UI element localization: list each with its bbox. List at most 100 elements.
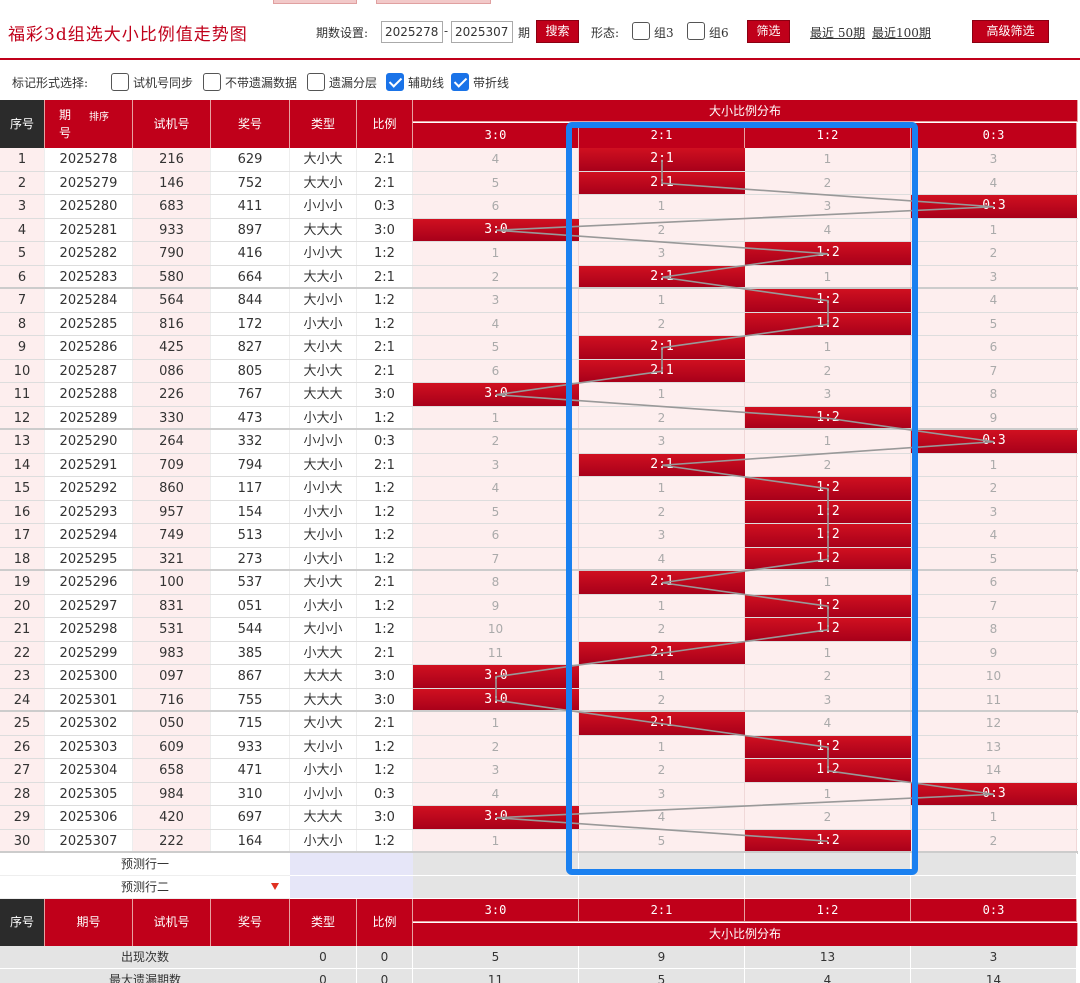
- cell-prize: 844: [211, 289, 290, 313]
- option-miss-layer-checkbox[interactable]: [307, 73, 325, 91]
- predict-row-input[interactable]: [290, 876, 413, 899]
- cell-trial: 216: [133, 148, 211, 172]
- dist-miss-cell: 2: [579, 406, 745, 430]
- dist-miss-cell: 3: [413, 759, 579, 783]
- recent100-link[interactable]: 最近100期: [872, 24, 931, 41]
- stat-value: 14: [911, 969, 1077, 983]
- cell-trial: 330: [133, 406, 211, 430]
- down-arrow-icon[interactable]: [271, 883, 279, 890]
- cell-type: 大小大: [290, 571, 357, 595]
- option-trial-sync-checkbox[interactable]: [111, 73, 129, 91]
- dist-miss-cell: 2: [911, 242, 1077, 266]
- predict-row-label[interactable]: 预测行一: [0, 853, 290, 876]
- predict-dist-cell[interactable]: [911, 853, 1077, 876]
- dist-miss-cell: 1: [579, 665, 745, 689]
- dist-miss-cell: 1: [911, 218, 1077, 242]
- sort-toggle[interactable]: 排序: [89, 108, 109, 123]
- stat-value: 9: [579, 946, 745, 969]
- cell-type: 大大大: [290, 383, 357, 407]
- cell-issue: 2025302: [45, 712, 133, 736]
- cell-type: 大大小: [290, 171, 357, 195]
- cell-ratio: 2:1: [357, 453, 413, 477]
- cell-type: 小小小: [290, 195, 357, 219]
- period-start-input[interactable]: [381, 21, 443, 43]
- cell-ratio: 1:2: [357, 618, 413, 642]
- cell-seq: 3: [0, 195, 45, 219]
- cell-issue: 2025296: [45, 571, 133, 595]
- dist-miss-cell: 8: [911, 383, 1077, 407]
- period-dash: -: [444, 24, 449, 38]
- search-button[interactable]: 搜索: [536, 20, 579, 43]
- cell-trial: 860: [133, 477, 211, 501]
- dist-hit-cell: 1:2: [745, 618, 911, 641]
- dist-miss-cell: 9: [911, 641, 1077, 665]
- page-title: 福彩3d组选大小比例值走势图: [8, 25, 248, 45]
- option-polyline-label: 带折线: [473, 76, 510, 90]
- dist-hit-cell: 2:1: [579, 336, 745, 359]
- option-guide-line-checkbox[interactable]: [386, 73, 404, 91]
- group3-checkbox[interactable]: [632, 22, 650, 40]
- cell-ratio: 2:1: [357, 148, 413, 172]
- cell-seq: 11: [0, 383, 45, 407]
- dist-col-header-bottom: 0:3: [911, 899, 1077, 922]
- cell-type: 小大小: [290, 312, 357, 336]
- dist-miss-cell: 2: [579, 218, 745, 242]
- cell-seq: 19: [0, 571, 45, 595]
- filter-button[interactable]: 筛选: [747, 20, 790, 43]
- option-polyline-checkbox[interactable]: [451, 73, 469, 91]
- cell-issue: 2025281: [45, 218, 133, 242]
- cell-prize: 172: [211, 312, 290, 336]
- col-header-trial: 试机号: [133, 100, 211, 148]
- stat-type: 0: [290, 946, 357, 969]
- dist-hit-cell: 3:0: [413, 688, 579, 711]
- dist-miss-cell: 4: [413, 148, 579, 172]
- dist-hit-cell: 1:2: [745, 829, 911, 852]
- predict-row-label[interactable]: 预测行二: [0, 876, 290, 899]
- dist-miss-cell: 3: [413, 453, 579, 477]
- dist-miss-cell: 6: [413, 195, 579, 219]
- option-miss-layer-label: 遗漏分层: [329, 76, 378, 90]
- predict-dist-cell[interactable]: [745, 853, 911, 876]
- cell-trial: 425: [133, 336, 211, 360]
- predict-dist-cell[interactable]: [413, 853, 579, 876]
- option-no-miss-checkbox[interactable]: [203, 73, 221, 91]
- cell-ratio: 0:3: [357, 195, 413, 219]
- cell-issue: 2025283: [45, 265, 133, 289]
- recent50-link[interactable]: 最近 50期: [810, 24, 865, 41]
- predict-dist-cell[interactable]: [745, 876, 911, 899]
- predict-dist-cell[interactable]: [579, 876, 745, 899]
- col-header-issue-label: 期号: [58, 108, 71, 140]
- dist-hit-cell: 2:1: [579, 265, 745, 288]
- stat-value: 5: [579, 969, 745, 983]
- dist-miss-cell: 7: [911, 594, 1077, 618]
- period-end-input[interactable]: [451, 21, 513, 43]
- predict-row-input[interactable]: [290, 853, 413, 876]
- cell-trial: 580: [133, 265, 211, 289]
- cell-issue: 2025287: [45, 359, 133, 383]
- cell-trial: 957: [133, 500, 211, 524]
- cell-ratio: 1:2: [357, 477, 413, 501]
- advanced-filter-button[interactable]: 高级筛选: [972, 20, 1049, 43]
- dist-miss-cell: 3: [579, 242, 745, 266]
- cell-prize: 715: [211, 712, 290, 736]
- cell-prize: 805: [211, 359, 290, 383]
- dist-hit-cell: 1:2: [745, 735, 911, 758]
- cell-prize: 310: [211, 782, 290, 806]
- dist-miss-cell: 11: [413, 641, 579, 665]
- predict-dist-cell[interactable]: [911, 876, 1077, 899]
- cell-prize: 827: [211, 336, 290, 360]
- dist-hit-cell: 1:2: [745, 242, 911, 265]
- cell-type: 大大小: [290, 265, 357, 289]
- cell-type: 小大小: [290, 547, 357, 571]
- dist-hit-cell: 1:2: [745, 500, 911, 523]
- cell-type: 小大小: [290, 594, 357, 618]
- cell-ratio: 2:1: [357, 571, 413, 595]
- group6-checkbox[interactable]: [687, 22, 705, 40]
- predict-dist-cell[interactable]: [413, 876, 579, 899]
- predict-dist-cell[interactable]: [579, 853, 745, 876]
- dist-miss-cell: 1: [911, 453, 1077, 477]
- cell-ratio: 1:2: [357, 594, 413, 618]
- cell-prize: 385: [211, 641, 290, 665]
- cell-prize: 332: [211, 430, 290, 454]
- cell-trial: 420: [133, 806, 211, 830]
